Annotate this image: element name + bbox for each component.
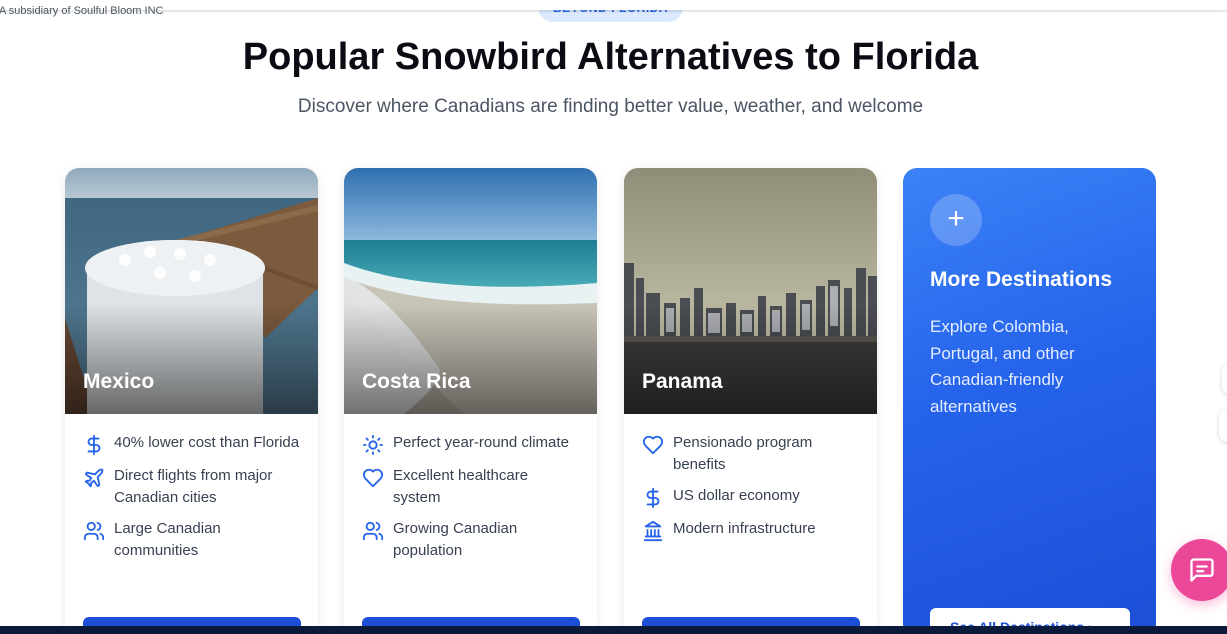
bottom-bar [0, 626, 1227, 634]
section-title: Popular Snowbird Alternatives to Florida [242, 36, 979, 78]
feature-item: Large Canadian communities [83, 518, 300, 562]
chat-button[interactable] [1171, 539, 1227, 601]
carousel-edge-control[interactable] [1219, 410, 1227, 442]
feature-text: Excellent healthcare system [393, 467, 529, 506]
feature-item: Direct flights from major Canadian citie… [83, 465, 300, 509]
destination-image-mexico: Mexico [65, 168, 318, 414]
section-subtitle: Discover where Canadians are finding bet… [297, 96, 924, 117]
feature-text: Pensionado program benefits [673, 434, 813, 473]
heart-icon [362, 468, 384, 488]
feature-text: Modern infrastructure [673, 520, 816, 537]
chat-icon [1190, 558, 1214, 582]
feature-list: Perfect year-round climate Excellent hea… [344, 414, 597, 562]
feature-item: 40% lower cost than Florida [83, 432, 300, 456]
feature-text: US dollar economy [673, 487, 800, 504]
feature-list: 40% lower cost than Florida Direct fligh… [65, 414, 318, 562]
destination-name: Mexico [83, 370, 155, 393]
feature-text: Direct flights from major Canadian citie… [114, 467, 273, 506]
feature-item: Excellent healthcare system [362, 465, 579, 509]
feature-text: Growing Canadian population [393, 520, 518, 559]
feature-item: US dollar economy [642, 485, 859, 509]
feature-item: Perfect year-round climate [362, 432, 579, 456]
destination-image-costa-rica: Costa Rica [344, 168, 597, 414]
more-destinations-title: More Destinations [930, 268, 1113, 291]
users-icon [83, 521, 105, 541]
plane-icon [84, 468, 104, 488]
feature-item: Growing Canadian population [362, 518, 579, 562]
dollar-icon [87, 434, 101, 456]
carousel-edge-control[interactable] [1222, 364, 1227, 394]
users-icon [362, 521, 384, 541]
feature-text: Perfect year-round climate [393, 434, 569, 451]
subsidiary-text: A subsidiary of Soulful Bloom INC [0, 5, 164, 17]
destination-card-mexico[interactable]: Mexico 40% lower cost than Florida Direc… [65, 168, 318, 634]
feature-text: 40% lower cost than Florida [114, 434, 300, 451]
destination-card-costa-rica[interactable]: Costa Rica Perfect year-round climate Ex… [344, 168, 597, 634]
destination-name: Costa Rica [362, 370, 471, 393]
bank-icon [643, 520, 663, 542]
feature-list: Pensionado program benefits US dollar ec… [624, 414, 877, 542]
destination-image-panama: Panama [624, 168, 877, 414]
plus-icon: + [930, 194, 982, 246]
feature-item: Pensionado program benefits [642, 432, 859, 476]
heart-icon [642, 435, 664, 455]
feature-text: Large Canadian communities [114, 520, 221, 559]
top-bar [0, 0, 1227, 10]
destination-card-panama[interactable]: Panama Pensionado program benefits US do… [624, 168, 877, 634]
feature-item: Modern infrastructure [642, 518, 859, 542]
destination-name: Panama [642, 370, 723, 393]
dollar-icon [646, 487, 660, 509]
more-destinations-card[interactable]: + More Destinations Explore Colombia, Po… [903, 168, 1156, 634]
more-destinations-description: Explore Colombia, Portugal, and other Ca… [930, 317, 1075, 416]
sun-icon [362, 434, 384, 456]
